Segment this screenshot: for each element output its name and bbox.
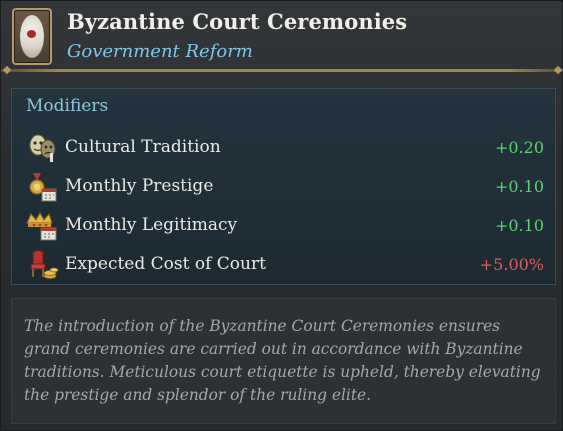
modifier-row: Monthly Legitimacy +0.10 bbox=[26, 211, 544, 241]
modifiers-section: Modifiers Cultural Tradition +0.20 Month… bbox=[11, 88, 556, 285]
reform-title: Byzantine Court Ceremonies bbox=[67, 9, 408, 34]
modifier-label: Monthly Legitimacy bbox=[65, 215, 238, 235]
reform-description: The introduction of the Byzantine Court … bbox=[24, 317, 541, 404]
modifiers-heading: Modifiers bbox=[26, 96, 109, 116]
modifier-row: Expected Cost of Court +5.00% bbox=[26, 250, 544, 280]
government-reform-portrait-icon bbox=[12, 8, 52, 65]
modifier-value: +0.20 bbox=[494, 138, 544, 157]
modifier-label: Expected Cost of Court bbox=[65, 254, 266, 274]
reform-type-label: Government Reform bbox=[67, 41, 253, 62]
medal-calendar-icon bbox=[29, 173, 57, 202]
throne-coins-icon bbox=[30, 250, 59, 279]
description-box: The introduction of the Byzantine Court … bbox=[11, 298, 556, 424]
modifier-value: +0.10 bbox=[494, 216, 544, 235]
header-divider bbox=[1, 69, 563, 72]
theater-masks-icon bbox=[29, 134, 56, 162]
modifier-value: +0.10 bbox=[494, 177, 544, 196]
modifier-row: Monthly Prestige +0.10 bbox=[26, 172, 544, 202]
modifier-value: +5.00% bbox=[479, 255, 544, 274]
modifier-label: Monthly Prestige bbox=[65, 176, 214, 196]
tooltip-header: Byzantine Court Ceremonies Government Re… bbox=[1, 1, 563, 71]
tooltip-panel: Byzantine Court Ceremonies Government Re… bbox=[0, 0, 563, 431]
crown-calendar-icon bbox=[26, 211, 57, 241]
modifier-label: Cultural Tradition bbox=[65, 137, 221, 157]
modifier-row: Cultural Tradition +0.20 bbox=[26, 133, 544, 163]
